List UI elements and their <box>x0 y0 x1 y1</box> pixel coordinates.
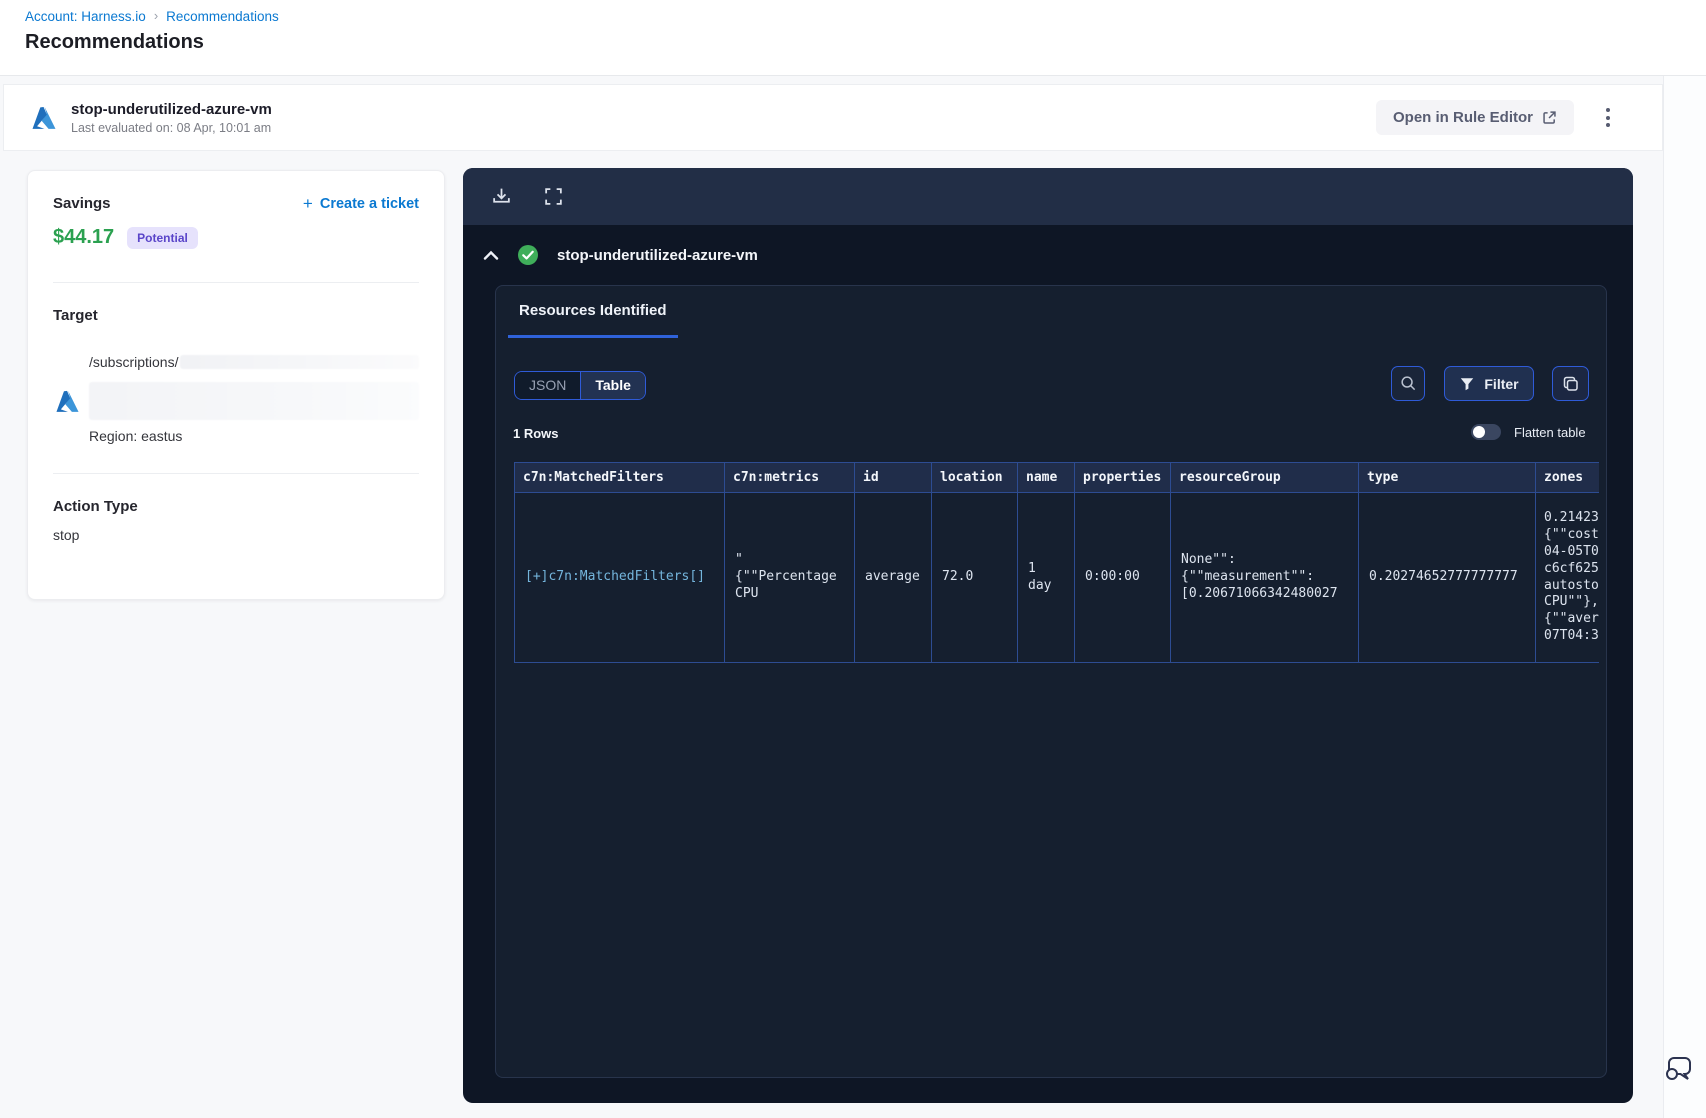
table-controls-row: JSON Table Filter <box>496 366 1606 402</box>
table-cell: 0.20274652777777777 <box>1358 492 1536 663</box>
search-icon <box>1400 376 1415 391</box>
download-button[interactable] <box>491 186 512 207</box>
more-options-button[interactable] <box>1600 102 1616 133</box>
last-evaluated-text: Last evaluated on: 08 Apr, 10:01 am <box>71 120 272 135</box>
copy-icon <box>1563 376 1578 391</box>
table-cell: 0:00:00 <box>1074 492 1171 663</box>
chevron-up-icon <box>483 250 499 260</box>
view-mode-toggle: JSON Table <box>514 371 646 400</box>
filter-button[interactable]: Filter <box>1444 366 1534 401</box>
column-header: type <box>1358 462 1536 493</box>
fullscreen-button[interactable] <box>543 186 564 207</box>
table-cell: " {""Percentage CPU <box>724 492 855 663</box>
create-ticket-label: Create a ticket <box>319 195 419 212</box>
column-header: id <box>854 462 932 493</box>
support-chat-button[interactable] <box>1660 1050 1696 1091</box>
target-path-text: /subscriptions/ <box>89 354 179 370</box>
divider <box>53 473 419 474</box>
filter-funnel-icon <box>1461 377 1474 390</box>
column-header: resourceGroup <box>1170 462 1359 493</box>
flatten-table-label: Flatten table <box>1514 424 1586 440</box>
region-text: Region: eastus <box>89 428 183 444</box>
table-meta-row: 1 Rows Flatten table <box>496 424 1606 444</box>
open-rule-editor-button[interactable]: Open in Rule Editor <box>1375 100 1574 135</box>
breadcrumb-account-link[interactable]: Account: Harness.io <box>25 9 146 24</box>
table-cell: average <box>854 492 932 663</box>
view-table-option[interactable]: Table <box>581 372 645 399</box>
azure-icon <box>56 390 79 412</box>
recommendation-name: stop-underutilized-azure-vm <box>71 100 272 118</box>
potential-badge: Potential <box>127 226 198 249</box>
panel-toolbar <box>463 168 1633 225</box>
page-title: Recommendations <box>25 31 204 53</box>
tab-resources-identified[interactable]: Resources Identified <box>508 298 678 338</box>
redacted-block-blur <box>89 382 419 420</box>
chat-bubbles-icon <box>1666 1057 1691 1080</box>
column-header: name <box>1017 462 1075 493</box>
recommendation-title-block: stop-underutilized-azure-vm Last evaluat… <box>71 101 272 135</box>
column-header: properties <box>1074 462 1171 493</box>
success-check-icon <box>518 245 538 265</box>
panel-rule-name: stop-underutilized-azure-vm <box>557 246 758 264</box>
table-cell[interactable]: [+]c7n:MatchedFilters[] <box>514 492 725 663</box>
redacted-text-blur <box>180 355 419 369</box>
copy-button[interactable] <box>1552 366 1589 401</box>
azure-icon <box>32 106 56 129</box>
breadcrumb-recommendations-link[interactable]: Recommendations <box>166 9 279 24</box>
divider <box>53 282 419 283</box>
column-header: c7n:metrics <box>724 462 855 493</box>
column-header: zones <box>1535 462 1599 493</box>
column-header: c7n:MatchedFilters <box>514 462 725 493</box>
action-type-value: stop <box>53 527 80 543</box>
action-type-label: Action Type <box>53 498 138 515</box>
search-button[interactable] <box>1391 366 1425 401</box>
create-ticket-button[interactable]: + Create a ticket <box>303 195 419 212</box>
target-label: Target <box>53 307 98 324</box>
download-icon <box>493 188 510 203</box>
external-link-icon <box>1543 111 1556 124</box>
top-header: Account: Harness.io › Recommendations Re… <box>0 0 1706 76</box>
plus-icon: + <box>302 194 313 213</box>
breadcrumb: Account: Harness.io › Recommendations <box>25 8 279 24</box>
savings-label: Savings <box>53 195 111 212</box>
resources-identified-card: Resources Identified JSON Table Filter 1… <box>495 285 1607 1078</box>
filter-label: Filter <box>1484 375 1519 392</box>
table-header-row: c7n:MatchedFilters c7n:metrics id location n… <box>514 462 1599 493</box>
collapse-section-button[interactable] <box>483 250 499 261</box>
right-gutter <box>1663 76 1706 1118</box>
evaluation-results-panel: stop-underutilized-azure-vm Resources Id… <box>463 168 1633 1103</box>
savings-amount: $44.17 <box>53 226 115 248</box>
table-row: [+]c7n:MatchedFilters[] " {""Percentage C… <box>514 492 1599 663</box>
view-json-option[interactable]: JSON <box>515 372 582 399</box>
flatten-table-toggle[interactable] <box>1471 424 1501 440</box>
column-header: location <box>931 462 1018 493</box>
open-rule-editor-label: Open in Rule Editor <box>1392 109 1533 126</box>
breadcrumb-separator-icon: › <box>153 8 159 23</box>
rows-count-text: 1 Rows <box>513 426 559 441</box>
table-cell: 72.0 <box>931 492 1018 663</box>
savings-card: Savings + Create a ticket $44.17 Potenti… <box>27 170 445 600</box>
resources-table: c7n:MatchedFilters c7n:metrics id location n… <box>514 462 1599 663</box>
fullscreen-icon <box>545 188 562 205</box>
table-cell: 1 day <box>1017 492 1075 663</box>
toggle-knob <box>1473 426 1485 438</box>
table-cell: None"": {""measurement"": [0.20671066342… <box>1170 492 1359 663</box>
resources-table-wrap: c7n:MatchedFilters c7n:metrics id location n… <box>514 462 1599 663</box>
table-cell: 0.21423 {""cost 04-05T0 c6cf625 autosto … <box>1535 492 1599 663</box>
recommendation-header-card: stop-underutilized-azure-vm Last evaluat… <box>3 84 1663 151</box>
